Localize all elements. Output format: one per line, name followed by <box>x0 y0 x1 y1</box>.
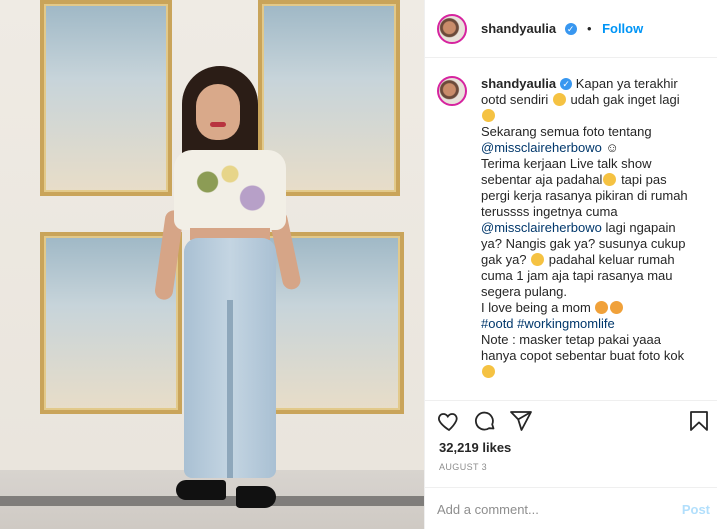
caption-text-segment: tapi pas <box>621 172 667 187</box>
post-comment-button[interactable]: Post <box>682 502 710 517</box>
header-user: shandyaulia ✓ • Follow <box>481 20 643 38</box>
left-heel <box>176 480 226 500</box>
caption-username[interactable]: shandyaulia <box>481 76 556 91</box>
comment-icon[interactable] <box>473 409 497 433</box>
caption-avatar[interactable] <box>437 76 467 106</box>
caption-text-segment: segera pulang. <box>481 284 568 299</box>
caption-text-segment: sebentar aja padahal <box>481 172 603 187</box>
hashtag-link[interactable]: #ootd <box>481 316 514 331</box>
instagram-post: shandyaulia ✓ • Follow shandyaulia ✓ Kapa… <box>0 0 717 529</box>
grinning-sweat-emoji-icon <box>482 109 495 122</box>
caption-text-segment: hanya copot sebentar buat foto kok <box>481 348 685 363</box>
grinning-sweat-emoji-icon <box>603 173 617 186</box>
lips <box>210 122 226 127</box>
username-link[interactable]: shandyaulia <box>481 21 556 36</box>
header-separator: • <box>587 20 592 36</box>
caption-text-segment: cuma 1 jam aja tapi rasanya mau <box>481 268 673 283</box>
caption-line: sebentar aja padahal tapi pas <box>481 172 707 188</box>
caption-line: shandyaulia ✓ Kapan ya terakhir <box>481 76 707 92</box>
bookmark-icon[interactable] <box>687 409 711 433</box>
caption-text-segment: pergi kerja rasanya pikiran di rumah <box>481 188 688 203</box>
caption-line: ootd sendiri udah gak inget lagi <box>481 92 707 108</box>
comment-bar: Post <box>425 487 717 530</box>
caption-text-segment: ootd sendiri <box>481 92 549 107</box>
caption-text-segment: lagi ngapain <box>605 220 676 235</box>
grimacing-emoji-icon <box>482 365 495 378</box>
post-header: shandyaulia ✓ • Follow <box>425 0 717 58</box>
caption-line: hanya copot sebentar buat foto kok <box>481 348 707 364</box>
smile-mark: ☺ <box>605 140 619 155</box>
smiling-hearts-emoji-icon <box>610 301 624 314</box>
floral-top <box>174 150 286 230</box>
caption-text-segment: ya? Nangis gak ya? susunya cukup <box>481 236 686 251</box>
caption-text-segment: udah gak inget lagi <box>570 92 680 107</box>
caption-text-segment: Kapan ya terakhir <box>575 76 678 91</box>
sweat-smile-emoji-icon <box>531 253 545 266</box>
heart-eyes-emoji-icon <box>595 301 609 314</box>
caption-line: Terima kerjaan Live talk show <box>481 156 707 172</box>
action-bar <box>425 400 717 441</box>
post-date[interactable]: AUGUST 3 <box>439 462 487 472</box>
persevering-face-emoji-icon <box>552 93 566 106</box>
caption-line: Sekarang semua foto tentang <box>481 124 707 140</box>
caption-text-segment: padahal keluar rumah <box>548 252 675 267</box>
caption-line: Note : masker tetap pakai yaaa <box>481 332 707 348</box>
caption-text-segment: gak ya? <box>481 252 527 267</box>
jeans-leg-gap <box>227 300 233 478</box>
caption-text-segment: terussss ingetnya cuma <box>481 204 618 219</box>
caption-line <box>481 364 707 380</box>
caption-text-segment: I love being a mom <box>481 300 591 315</box>
follow-button[interactable]: Follow <box>602 21 643 36</box>
verified-badge-icon: ✓ <box>564 22 577 35</box>
caption-text-segment: Note : masker tetap pakai yaaa <box>481 332 661 347</box>
caption: shandyaulia ✓ Kapan ya terakhir ootd send… <box>437 76 707 380</box>
caption-line: @missclaireherbowo lagi ngapain <box>481 220 707 236</box>
mention-link[interactable]: @missclaireherbowo <box>481 220 602 235</box>
avatar[interactable] <box>437 13 467 44</box>
comment-input[interactable] <box>437 500 657 518</box>
caption-line <box>481 108 707 124</box>
face <box>196 84 240 140</box>
post-sidebar: shandyaulia ✓ • Follow shandyaulia ✓ Kapa… <box>424 0 717 529</box>
post-photo[interactable] <box>0 0 424 529</box>
caption-text-segment: Terima kerjaan Live talk show <box>481 156 652 171</box>
right-heel <box>236 486 276 508</box>
caption-text: shandyaulia ✓ Kapan ya terakhir ootd send… <box>481 76 707 380</box>
caption-line: @missclaireherbowo ☺ <box>481 140 707 156</box>
woman-figure <box>150 60 310 520</box>
caption-line: #ootd #workingmomlife <box>481 316 707 332</box>
caption-line: terussss ingetnya cuma <box>481 204 707 220</box>
share-icon[interactable] <box>509 409 533 433</box>
caption-line: gak ya? padahal keluar rumah <box>481 252 707 268</box>
caption-text-segment: Sekarang semua foto tentang <box>481 124 652 139</box>
caption-line: segera pulang. <box>481 284 707 300</box>
hashtag-link[interactable]: #workingmomlife <box>517 316 615 331</box>
verified-badge-icon: ✓ <box>560 78 573 90</box>
likes-count[interactable]: 32,219 likes <box>439 440 511 455</box>
mention-link[interactable]: @missclaireherbowo <box>481 140 602 155</box>
caption-line: cuma 1 jam aja tapi rasanya mau <box>481 268 707 284</box>
caption-line: pergi kerja rasanya pikiran di rumah <box>481 188 707 204</box>
caption-line: ya? Nangis gak ya? susunya cukup <box>481 236 707 252</box>
heart-icon[interactable] <box>437 409 461 433</box>
caption-line: I love being a mom <box>481 300 707 316</box>
